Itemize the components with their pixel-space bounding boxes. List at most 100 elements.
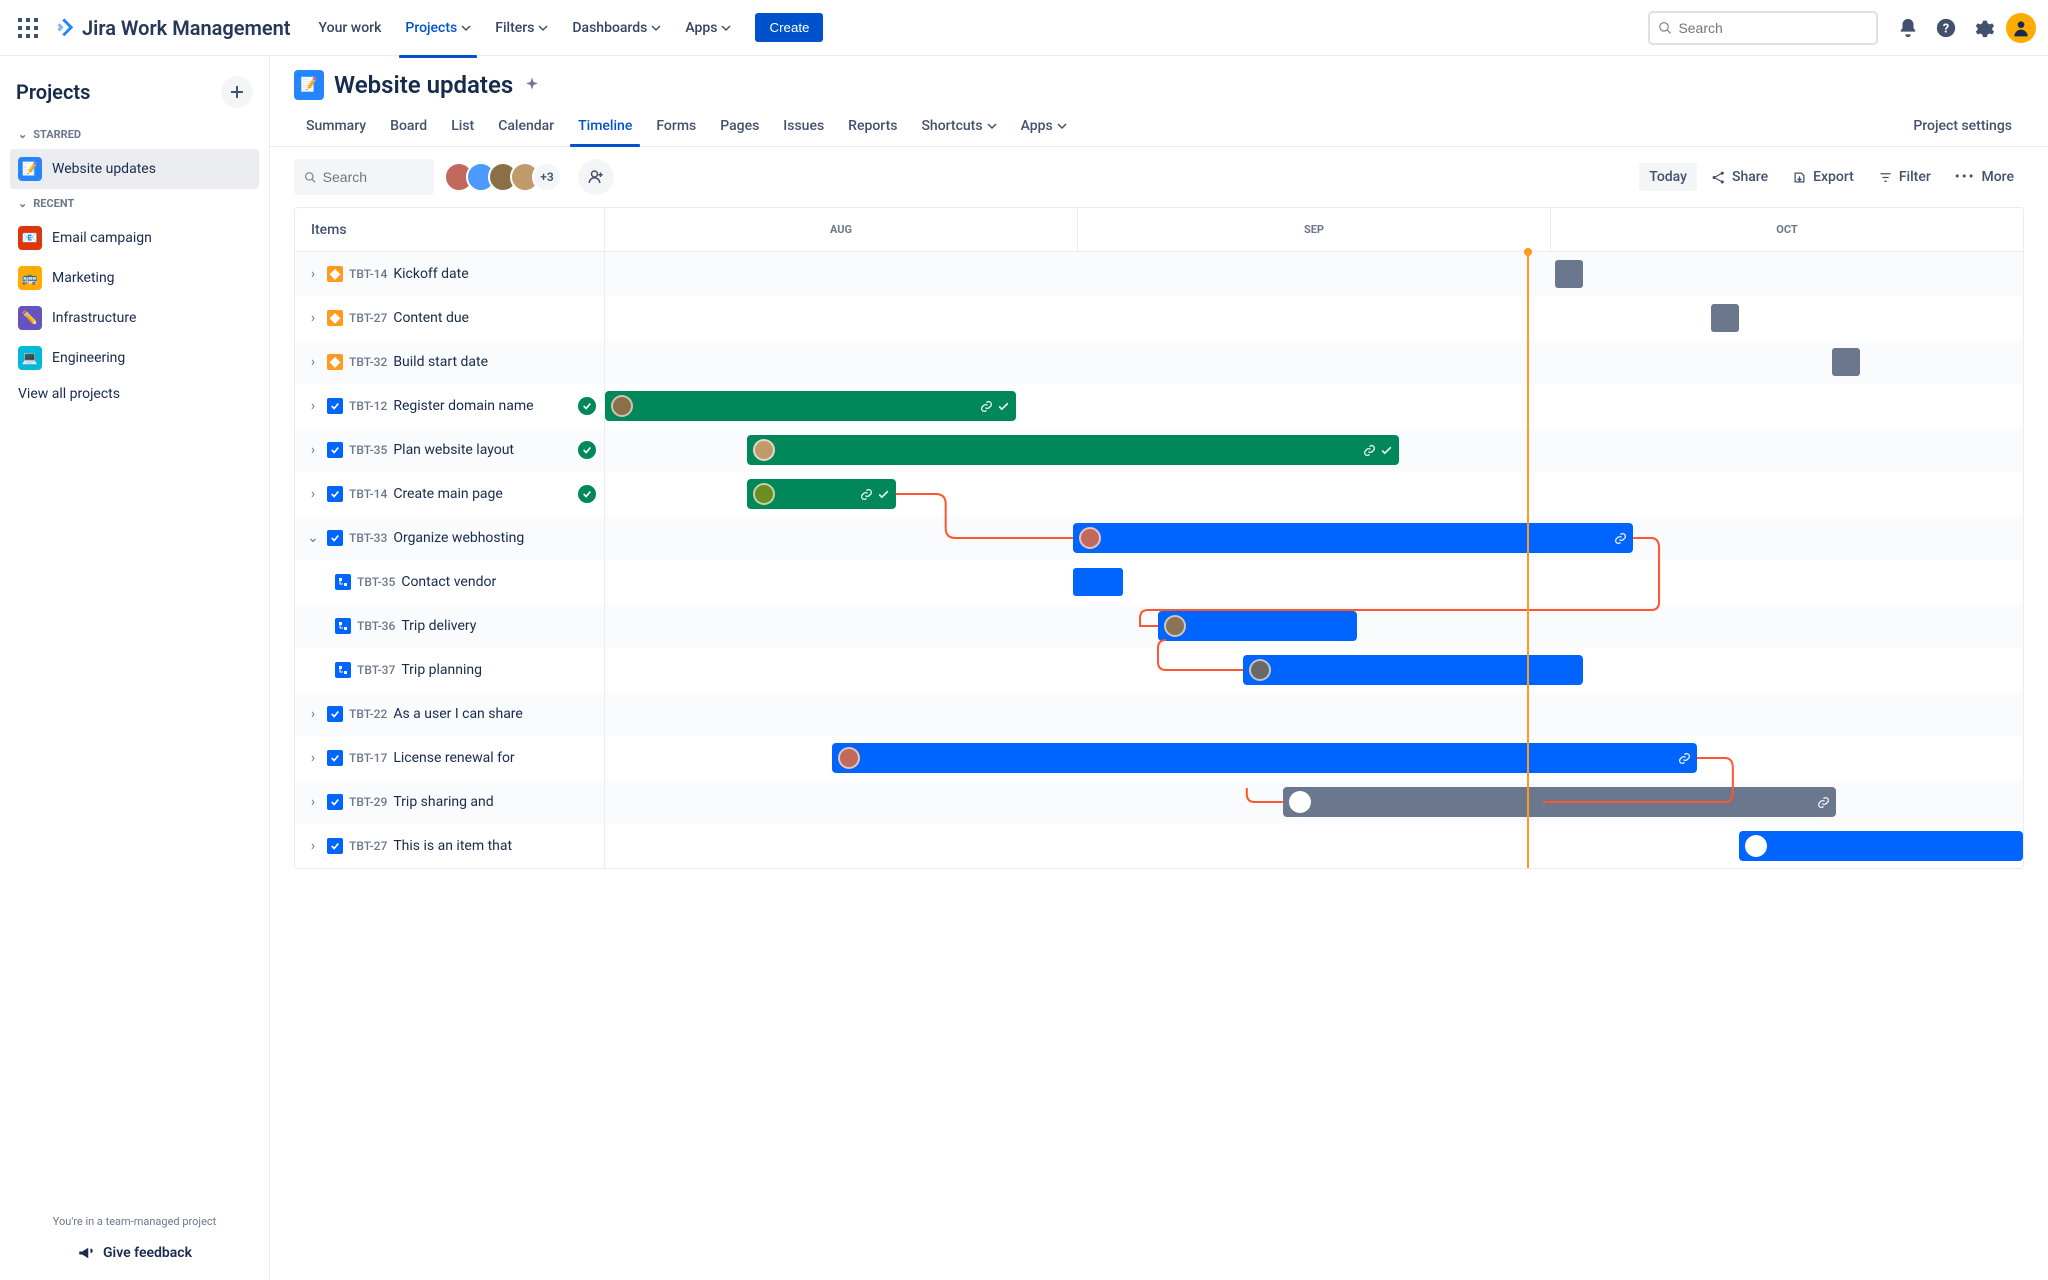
assignee-avatar (611, 395, 633, 417)
expand-chevron[interactable] (305, 486, 321, 502)
timeline-bar[interactable] (605, 391, 1016, 421)
expand-chevron[interactable] (305, 530, 321, 546)
expand-chevron[interactable] (305, 398, 321, 414)
tab-timeline[interactable]: Timeline (566, 110, 644, 146)
month-header: Aug (605, 208, 1078, 251)
sparkle-icon[interactable] (523, 76, 541, 94)
tab-board[interactable]: Board (378, 110, 439, 146)
item-row[interactable]: ◆TBT-32Build start date (295, 340, 604, 384)
timeline-bar[interactable] (1073, 523, 1633, 553)
sidebar-project[interactable]: 📝Website updates (10, 149, 259, 189)
item-row[interactable]: ◆TBT-14Kickoff date (295, 252, 604, 296)
link-icon (860, 488, 873, 501)
expand-chevron[interactable] (305, 706, 321, 722)
nav-projects[interactable]: Projects (395, 14, 481, 42)
timeline-bar[interactable] (1711, 304, 1739, 332)
sidebar-project[interactable]: 🚌Marketing (10, 258, 259, 298)
settings-icon[interactable] (1968, 12, 2000, 44)
expand-chevron[interactable] (305, 310, 321, 326)
timeline-row (605, 428, 2023, 472)
timeline-row (605, 384, 2023, 428)
recent-section[interactable]: Recent (10, 189, 259, 218)
item-row[interactable]: TBT-35Contact vendor (295, 560, 604, 604)
share-button[interactable]: Share (1701, 163, 1778, 191)
view-all-projects[interactable]: View all projects (10, 378, 259, 410)
tab-summary[interactable]: Summary (294, 110, 378, 146)
issue-summary: Plan website layout (393, 442, 572, 458)
tab-list[interactable]: List (439, 110, 486, 146)
more-button[interactable]: •••More (1945, 163, 2024, 191)
global-search[interactable] (1648, 11, 1878, 45)
issue-summary: Trip planning (401, 662, 596, 678)
help-icon[interactable]: ? (1930, 12, 1962, 44)
nav-filters[interactable]: Filters (485, 14, 558, 42)
add-person-button[interactable] (578, 159, 614, 195)
expand-chevron[interactable] (305, 266, 321, 282)
expand-chevron[interactable] (305, 442, 321, 458)
timeline-bar[interactable] (1073, 568, 1123, 596)
filter-icon (1878, 170, 1893, 185)
create-button[interactable]: Create (755, 13, 823, 42)
tab-calendar[interactable]: Calendar (486, 110, 566, 146)
issue-summary: As a user I can share (393, 706, 596, 722)
issue-summary: Build start date (393, 354, 596, 370)
nav-dashboards[interactable]: Dashboards (562, 14, 671, 42)
tab-issues[interactable]: Issues (771, 110, 836, 146)
item-row[interactable]: TBT-36Trip delivery (295, 604, 604, 648)
item-row[interactable]: TBT-37Trip planning (295, 648, 604, 692)
timeline-row (605, 824, 2023, 868)
timeline-bar[interactable] (1158, 611, 1357, 641)
share-icon (1711, 170, 1726, 185)
issue-key: TBT-27 (349, 839, 387, 853)
expand-chevron[interactable] (305, 354, 321, 370)
tab-shortcuts[interactable]: Shortcuts (909, 110, 1008, 146)
item-row[interactable]: TBT-17License renewal for (295, 736, 604, 780)
item-row[interactable]: TBT-12Register domain name (295, 384, 604, 428)
item-row[interactable]: TBT-22As a user I can share (295, 692, 604, 736)
starred-section[interactable]: Starred (10, 120, 259, 149)
item-row[interactable]: TBT-33Organize webhosting (295, 516, 604, 560)
filter-button[interactable]: Filter (1868, 163, 1941, 191)
tab-apps[interactable]: Apps (1009, 110, 1079, 146)
item-row[interactable]: TBT-14Create main page (295, 472, 604, 516)
project-icon: 📝 (294, 70, 324, 100)
timeline-row (605, 736, 2023, 780)
sidebar-project[interactable]: ✏️Infrastructure (10, 298, 259, 338)
search-input[interactable] (1678, 20, 1868, 36)
timeline-search[interactable] (294, 159, 434, 195)
timeline-bar[interactable] (1739, 831, 2023, 861)
status-done-icon (578, 441, 596, 459)
give-feedback[interactable]: Give feedback (10, 1236, 259, 1270)
item-row[interactable]: TBT-35Plan website layout (295, 428, 604, 472)
tab-pages[interactable]: Pages (708, 110, 771, 146)
tab-project-settings[interactable]: Project settings (1901, 110, 2024, 146)
today-button[interactable]: Today (1639, 163, 1697, 191)
notifications-icon[interactable] (1892, 12, 1924, 44)
timeline-bar[interactable] (832, 743, 1697, 773)
item-row[interactable]: ◆TBT-27Content due (295, 296, 604, 340)
add-project-button[interactable] (221, 76, 253, 108)
timeline-bar[interactable] (1283, 787, 1836, 817)
product-logo[interactable]: Jira Work Management (48, 16, 297, 40)
sidebar-project[interactable]: 📧Email campaign (10, 218, 259, 258)
tab-reports[interactable]: Reports (836, 110, 909, 146)
expand-chevron[interactable] (305, 794, 321, 810)
tab-forms[interactable]: Forms (644, 110, 708, 146)
item-row[interactable]: TBT-29Trip sharing and (295, 780, 604, 824)
export-button[interactable]: Export (1782, 163, 1864, 191)
issue-key: TBT-14 (349, 267, 387, 281)
expand-chevron[interactable] (305, 838, 321, 854)
timeline-bar[interactable] (1832, 348, 1860, 376)
sidebar-project[interactable]: 💻Engineering (10, 338, 259, 378)
timeline-bar[interactable] (1555, 260, 1583, 288)
timeline-bar[interactable] (747, 435, 1399, 465)
nav-your-work[interactable]: Your work (309, 14, 392, 42)
nav-apps[interactable]: Apps (675, 14, 741, 42)
app-switcher[interactable] (12, 12, 44, 44)
expand-chevron[interactable] (305, 750, 321, 766)
item-row[interactable]: TBT-27This is an item that (295, 824, 604, 868)
timeline-bar[interactable] (747, 479, 896, 509)
profile-avatar[interactable] (2006, 13, 2036, 43)
assignee-avatars[interactable]: +3 (444, 162, 562, 192)
timeline-bar[interactable] (1243, 655, 1583, 685)
